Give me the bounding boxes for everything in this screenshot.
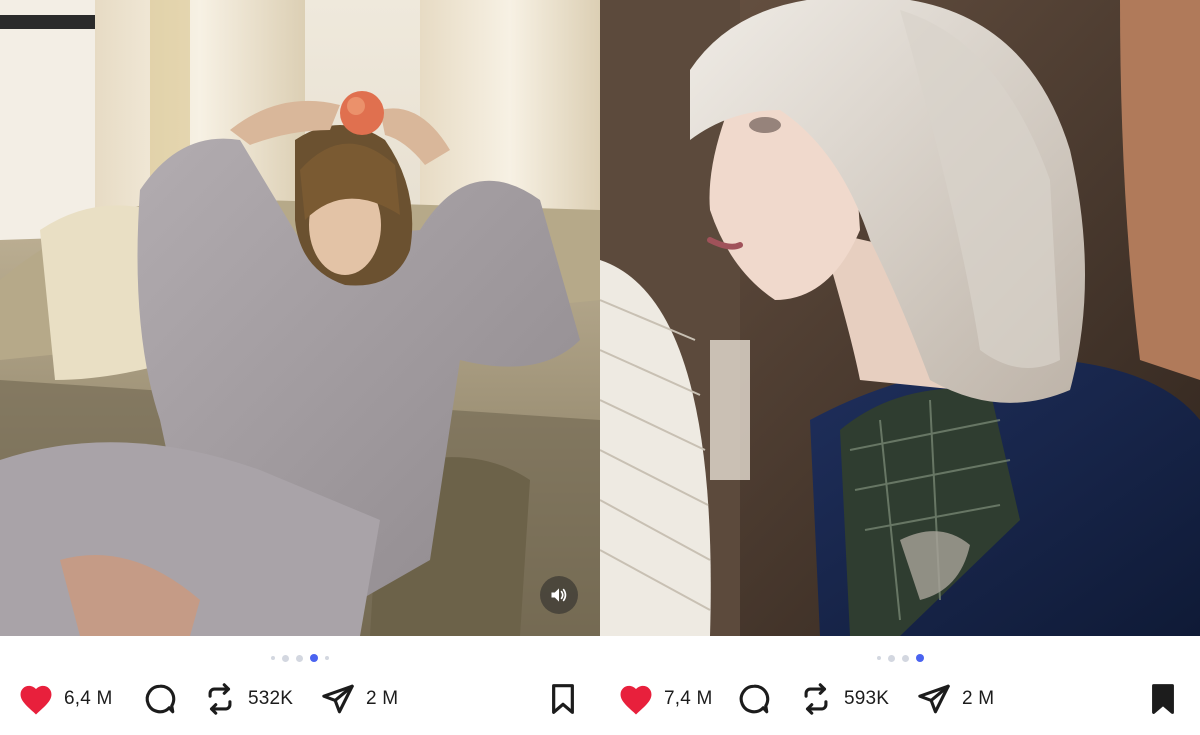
repost-button[interactable]: 532K xyxy=(200,677,293,721)
comment-button[interactable] xyxy=(734,677,774,721)
post-2-photo xyxy=(600,0,1200,636)
post-1-action-bar: 6,4 M 532K 2 M xyxy=(0,677,600,721)
bookmark-icon xyxy=(543,679,583,719)
post-1-media[interactable] xyxy=(0,0,600,636)
like-count: 7,4 M xyxy=(664,688,713,709)
repost-count: 532K xyxy=(248,688,294,709)
sound-toggle-button[interactable] xyxy=(540,576,578,614)
repost-icon xyxy=(200,679,240,719)
feed: 6,4 M 532K 2 M 7,4 M 593K 2 M xyxy=(0,0,1200,735)
repost-button[interactable]: 593K xyxy=(796,677,889,721)
carousel-dot xyxy=(876,656,881,660)
repost-count: 593K xyxy=(844,688,890,709)
like-button[interactable]: 6,4 M xyxy=(16,677,113,721)
carousel-dot xyxy=(901,654,909,662)
carousel-dot xyxy=(887,654,895,662)
bookmark-button[interactable] xyxy=(1143,677,1183,721)
heart-icon xyxy=(16,679,56,719)
share-button[interactable]: 2 M xyxy=(914,677,994,721)
share-button[interactable]: 2 M xyxy=(318,677,398,721)
share-count: 2 M xyxy=(962,688,995,709)
post-1-photo xyxy=(0,0,600,636)
comment-icon xyxy=(734,679,774,719)
comment-icon xyxy=(140,679,180,719)
send-icon xyxy=(318,679,358,719)
carousel-dot xyxy=(282,654,289,662)
carousel-dot xyxy=(271,656,275,660)
post-1: 6,4 M 532K 2 M xyxy=(0,0,600,735)
repost-icon xyxy=(796,679,836,719)
speaker-icon xyxy=(551,588,567,602)
carousel-dot xyxy=(296,654,303,662)
post-2-action-bar: 7,4 M 593K 2 M xyxy=(600,677,1200,721)
bookmark-button[interactable] xyxy=(543,677,583,721)
post-2-media[interactable] xyxy=(600,0,1200,636)
carousel-dot-active xyxy=(915,654,924,662)
carousel-dot-active xyxy=(310,654,318,662)
bookmark-filled-icon xyxy=(1143,679,1183,719)
like-count: 6,4 M xyxy=(64,688,113,709)
send-icon xyxy=(914,679,954,719)
post-2-carousel-indicator xyxy=(600,652,1200,664)
heart-icon xyxy=(616,679,656,719)
post-2: 7,4 M 593K 2 M xyxy=(600,0,1200,735)
like-button[interactable]: 7,4 M xyxy=(616,677,713,721)
comment-button[interactable] xyxy=(140,677,180,721)
share-count: 2 M xyxy=(366,688,399,709)
post-1-carousel-indicator xyxy=(0,652,600,664)
carousel-dot xyxy=(325,656,329,660)
